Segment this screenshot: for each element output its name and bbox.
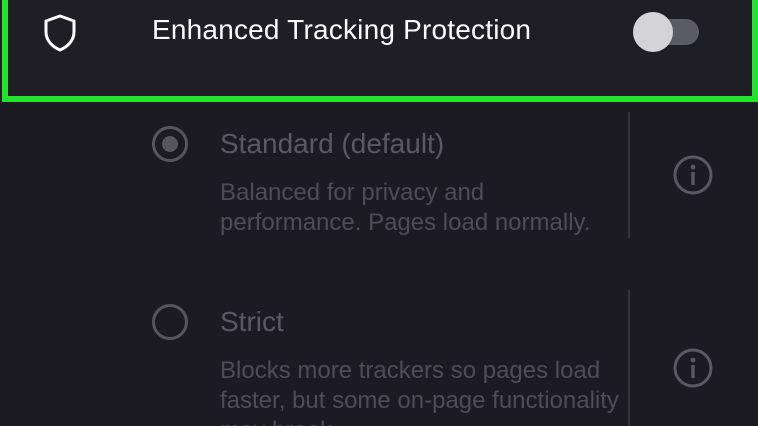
- radio-standard[interactable]: [152, 126, 188, 162]
- divider: [628, 290, 630, 426]
- info-icon[interactable]: [672, 154, 714, 196]
- tracking-protection-toggle[interactable]: [633, 12, 699, 52]
- option-strict-description: Blocks more trackers so pages load faste…: [220, 357, 619, 426]
- option-standard-description: Balanced for privacy and performance. Pa…: [220, 179, 591, 236]
- tracking-protection-row[interactable]: Enhanced Tracking Protection: [0, 0, 758, 104]
- option-standard-title: Standard (default): [220, 128, 445, 159]
- info-icon[interactable]: [672, 347, 714, 389]
- radio-strict[interactable]: [152, 304, 188, 340]
- option-strict-title: Strict: [220, 306, 284, 337]
- radio-selected-dot: [162, 136, 178, 152]
- divider: [628, 112, 630, 238]
- tracking-protection-label: Enhanced Tracking Protection: [152, 14, 532, 45]
- settings-screen: Enhanced Tracking Protection Standard (d…: [0, 0, 758, 426]
- toggle-thumb: [633, 12, 673, 52]
- shield-icon: [44, 14, 76, 52]
